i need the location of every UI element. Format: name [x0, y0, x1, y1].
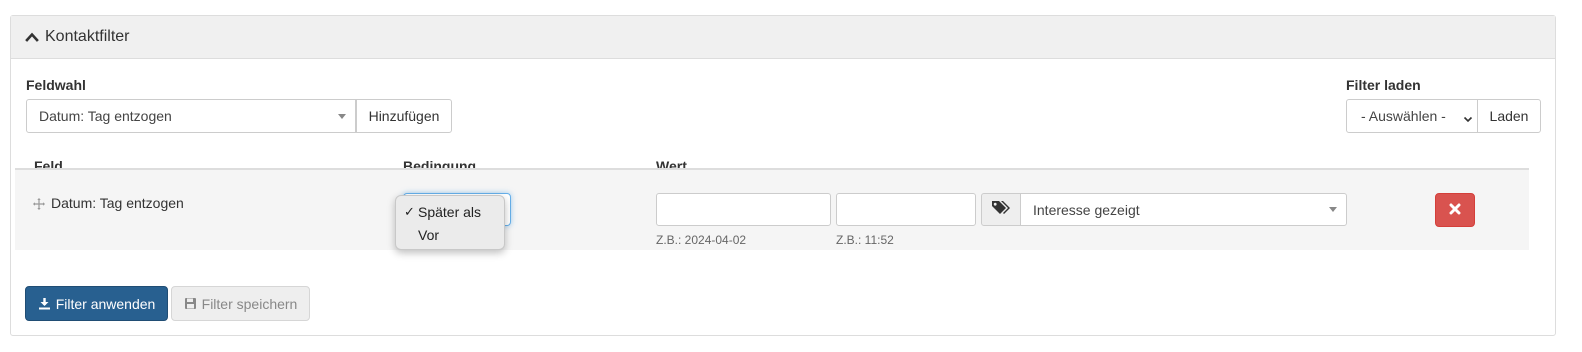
chevron-down-icon — [1329, 207, 1337, 212]
download-icon — [38, 297, 51, 310]
save-filter-button[interactable]: Filter speichern — [171, 286, 310, 321]
load-filter-button[interactable]: Laden — [1477, 99, 1541, 133]
tags-icon — [991, 200, 1011, 219]
panel-heading[interactable]: Kontaktfilter — [11, 16, 1555, 59]
condition-option-label: Vor — [418, 227, 440, 243]
chevron-down-icon — [1463, 111, 1473, 127]
condition-option-later[interactable]: ✓ Später als — [404, 201, 481, 223]
apply-filter-label: Filter anwenden — [55, 295, 156, 312]
row-field-name: Datum: Tag entzogen — [51, 195, 184, 211]
check-icon: ✓ — [404, 204, 415, 219]
condition-option-label: Später als — [418, 204, 482, 220]
save-filter-label: Filter speichern — [201, 295, 298, 312]
move-icon[interactable] — [33, 197, 45, 213]
remove-row-button[interactable] — [1435, 193, 1475, 227]
date-hint: Z.B.: 2024-04-02 — [656, 233, 747, 247]
time-input[interactable] — [836, 193, 976, 226]
add-field-button[interactable]: Hinzufügen — [356, 99, 452, 133]
condition-option-before[interactable]: Vor — [404, 224, 439, 246]
load-filter-select[interactable]: - Auswählen - — [1346, 99, 1478, 133]
tags-button[interactable] — [981, 193, 1021, 226]
chevron-down-icon — [338, 114, 346, 119]
time-hint: Z.B.: 11:52 — [836, 233, 894, 247]
panel-title: Kontaktfilter — [45, 28, 130, 45]
floppy-disk-icon — [184, 297, 197, 310]
load-filter-label: Filter laden — [1346, 77, 1421, 93]
date-input[interactable] — [656, 193, 831, 226]
close-icon — [1449, 202, 1461, 218]
load-filter-select-value: - Auswählen - — [1361, 108, 1446, 124]
field-select-value: Datum: Tag entzogen — [39, 108, 172, 124]
apply-filter-button[interactable]: Filter anwenden — [25, 286, 168, 321]
chevron-up-icon — [25, 30, 39, 44]
field-select-label: Feldwahl — [26, 77, 86, 93]
field-select[interactable]: Datum: Tag entzogen — [26, 99, 356, 133]
tag-select-value: Interesse gezeigt — [1033, 201, 1140, 218]
condition-dropdown-menu: ✓ Später als Vor — [395, 195, 505, 250]
tag-select[interactable]: Interesse gezeigt — [1020, 193, 1347, 226]
